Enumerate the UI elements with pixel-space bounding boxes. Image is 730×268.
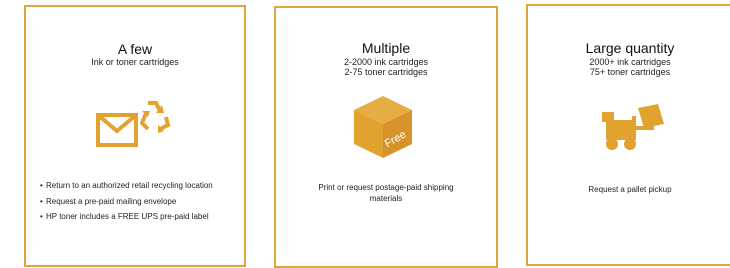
card-heading: Multiple bbox=[361, 40, 411, 56]
recycle-envelope-icon bbox=[96, 101, 171, 147]
option-card-multiple: Multiple 2-2000 ink cartridges 2-75 tone… bbox=[274, 6, 498, 268]
free-box-icon: Free bbox=[354, 96, 412, 158]
card-heading: A few bbox=[117, 41, 153, 57]
card-subtitle-line-2: 75+ toner cartridges bbox=[589, 67, 671, 77]
list-item: Request a pre-paid mailing envelope bbox=[40, 197, 236, 208]
card-subtitle-line-1: 2-2000 ink cartridges bbox=[343, 57, 429, 67]
card-subtitle-line-1: 2000+ ink cartridges bbox=[589, 57, 671, 67]
option-bullet-list: Return to an authorized retail recycling… bbox=[40, 181, 236, 228]
option-card-large-quantity: Large quantity 2000+ ink cartridges 75+ … bbox=[526, 4, 730, 266]
card-subtitle-line-2: 2-75 toner cartridges bbox=[344, 67, 428, 77]
option-card-few: A few Ink or toner cartridges Return to … bbox=[24, 5, 246, 267]
list-item: Return to an authorized retail recycling… bbox=[40, 181, 236, 192]
card-subtitle: Ink or toner cartridges bbox=[91, 57, 179, 67]
card-description: Request a pallet pickup bbox=[588, 185, 672, 194]
forklift-pallet-icon bbox=[602, 104, 664, 150]
list-item: HP toner includes a FREE UPS pre-paid la… bbox=[40, 212, 236, 223]
card-heading: Large quantity bbox=[585, 40, 675, 56]
card-description: Print or request postage-paid shipping m… bbox=[318, 183, 454, 203]
